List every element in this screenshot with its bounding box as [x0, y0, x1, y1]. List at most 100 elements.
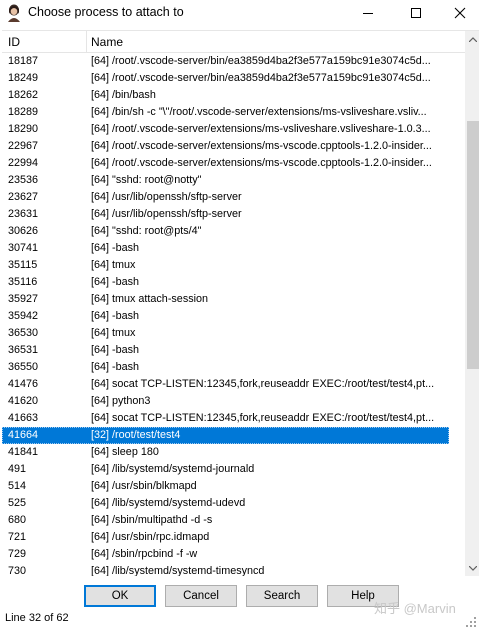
- process-name: [64] /root/.vscode-server/bin/ea3859d4ba…: [91, 72, 431, 84]
- table-row[interactable]: 23631 [64] /usr/lib/openssh/sftp-server: [2, 206, 449, 223]
- minimize-button[interactable]: [348, 0, 388, 26]
- table-row[interactable]: 730 [64] /lib/systemd/systemd-timesyncd: [2, 563, 449, 576]
- process-id: 35942: [8, 310, 39, 322]
- process-id: 680: [8, 514, 27, 526]
- table-row[interactable]: 721 [64] /usr/sbin/rpc.idmapd: [2, 529, 449, 546]
- process-id: 18249: [8, 72, 39, 84]
- table-row[interactable]: 729 [64] /sbin/rpcbind -f -w: [2, 546, 449, 563]
- process-name: [64] /usr/lib/openssh/sftp-server: [91, 191, 242, 203]
- process-name: [64] tmux: [91, 259, 136, 271]
- process-id: 35927: [8, 293, 39, 305]
- chevron-up-icon: [469, 37, 477, 42]
- process-id: 22967: [8, 140, 39, 152]
- watermark: 知乎 @Marvin: [374, 601, 456, 616]
- process-id: 514: [8, 480, 27, 492]
- column-divider[interactable]: [86, 31, 87, 53]
- process-rows: 18187 [64] /root/.vscode-server/bin/ea385…: [2, 53, 465, 576]
- table-row[interactable]: 18290 [64] /root/.vscode-server/extension…: [2, 121, 449, 138]
- process-name: [64] /usr/lib/openssh/sftp-server: [91, 208, 242, 220]
- table-row[interactable]: 30741 [64] -bash: [2, 240, 449, 257]
- process-id: 525: [8, 497, 27, 509]
- maximize-icon: [411, 8, 421, 18]
- table-row[interactable]: 35942 [64] -bash: [2, 308, 449, 325]
- process-id: 23627: [8, 191, 39, 203]
- process-name: [64] /usr/sbin/rpc.idmapd: [91, 531, 210, 543]
- table-row[interactable]: 35927 [64] tmux attach-session: [2, 291, 449, 308]
- process-name: [64] -bash: [91, 310, 140, 322]
- table-row[interactable]: 41841 [64] sleep 180: [2, 444, 449, 461]
- process-name: [64] /root/.vscode-server/bin/ea3859d4ba…: [91, 55, 431, 67]
- table-row[interactable]: 41476 [64] socat TCP-LISTEN:12345,fork,re…: [2, 376, 449, 393]
- table-row[interactable]: 491 [64] /lib/systemd/systemd-journald: [2, 461, 449, 478]
- process-name: [64] socat TCP-LISTEN:12345,fork,reusead…: [91, 412, 435, 424]
- process-id: 491: [8, 463, 27, 475]
- window-title: Choose process to attach to: [28, 5, 184, 19]
- process-id: 721: [8, 531, 27, 543]
- process-name: [64] /usr/sbin/blkmapd: [91, 480, 197, 492]
- table-row[interactable]: 525 [64] /lib/systemd/systemd-udevd: [2, 495, 449, 512]
- table-row[interactable]: 36530 [64] tmux: [2, 325, 449, 342]
- process-id: 41476: [8, 378, 39, 390]
- process-name: [64] /lib/systemd/systemd-udevd: [91, 497, 246, 509]
- table-row[interactable]: 18249 [64] /root/.vscode-server/bin/ea385…: [2, 70, 449, 87]
- table-row[interactable]: 18262 [64] /bin/bash: [2, 87, 449, 104]
- cancel-button[interactable]: Cancel: [165, 585, 237, 607]
- process-name: [32] /root/test/test4: [91, 429, 181, 441]
- close-button[interactable]: [440, 0, 479, 26]
- maximize-button[interactable]: [396, 0, 436, 26]
- process-name: [64] tmux: [91, 327, 136, 339]
- process-id: 30626: [8, 225, 39, 237]
- process-id: 18262: [8, 89, 39, 101]
- process-name: [64] /bin/sh -c "\"/root/.vscode-server/…: [91, 106, 427, 118]
- process-name: [64] /sbin/multipathd -d -s: [91, 514, 213, 526]
- search-button[interactable]: Search: [246, 585, 318, 607]
- minimize-icon: [363, 13, 373, 14]
- process-name: [64] /root/.vscode-server/extensions/ms-…: [91, 140, 432, 152]
- table-row[interactable]: 680 [64] /sbin/multipathd -d -s: [2, 512, 449, 529]
- process-name: [64] /lib/systemd/systemd-journald: [91, 463, 255, 475]
- process-id: 41664: [8, 429, 39, 441]
- process-id: 729: [8, 548, 27, 560]
- scroll-up-button[interactable]: [465, 31, 479, 48]
- process-name: [64] sleep 180: [91, 446, 159, 458]
- column-header-name[interactable]: Name: [91, 35, 123, 49]
- process-id: 35115: [8, 259, 38, 271]
- process-name: [64] -bash: [91, 276, 140, 288]
- table-row[interactable]: 22967 [64] /root/.vscode-server/extension…: [2, 138, 449, 155]
- resize-grip-icon[interactable]: [465, 616, 477, 628]
- process-name: [64] tmux attach-session: [91, 293, 209, 305]
- scroll-down-button[interactable]: [465, 560, 479, 576]
- process-id: 36531: [8, 344, 39, 356]
- table-row[interactable]: 18187 [64] /root/.vscode-server/bin/ea385…: [2, 53, 449, 70]
- vertical-scrollbar[interactable]: [465, 31, 479, 576]
- table-row[interactable]: 22994 [64] /root/.vscode-server/extension…: [2, 155, 449, 172]
- table-row[interactable]: 36550 [64] -bash: [2, 359, 449, 376]
- column-header-id[interactable]: ID: [8, 35, 20, 49]
- process-id: 41620: [8, 395, 39, 407]
- process-name: [64] "sshd: root@notty": [91, 174, 202, 186]
- ok-button[interactable]: OK: [84, 585, 156, 607]
- process-name: [64] /root/.vscode-server/extensions/ms-…: [91, 157, 432, 169]
- process-id: 30741: [8, 242, 39, 254]
- table-row[interactable]: 30626 [64] "sshd: root@pts/4": [2, 223, 449, 240]
- process-name: [64] python3: [91, 395, 151, 407]
- process-id: 41663: [8, 412, 39, 424]
- table-row[interactable]: 35116 [64] -bash: [2, 274, 449, 291]
- table-row[interactable]: 41663 [64] socat TCP-LISTEN:12345,fork,re…: [2, 410, 449, 427]
- process-id: 22994: [8, 157, 39, 169]
- table-row[interactable]: 41664 [32] /root/test/test4: [2, 427, 449, 444]
- app-avatar-icon: [6, 4, 22, 22]
- table-row[interactable]: 41620 [64] python3: [2, 393, 449, 410]
- table-row[interactable]: 23536 [64] "sshd: root@notty": [2, 172, 449, 189]
- process-list[interactable]: ID Name 18187 [64] /root/.vscode-server/b…: [2, 30, 479, 576]
- table-row[interactable]: 35115 [64] tmux: [2, 257, 449, 274]
- process-id: 18289: [8, 106, 39, 118]
- process-name: [64] /sbin/rpcbind -f -w: [91, 548, 198, 560]
- status-text: Line 32 of 62: [5, 612, 69, 624]
- table-row[interactable]: 36531 [64] -bash: [2, 342, 449, 359]
- table-row[interactable]: 514 [64] /usr/sbin/blkmapd: [2, 478, 449, 495]
- table-row[interactable]: 23627 [64] /usr/lib/openssh/sftp-server: [2, 189, 449, 206]
- table-row[interactable]: 18289 [64] /bin/sh -c "\"/root/.vscode-se…: [2, 104, 449, 121]
- process-name: [64] /bin/bash: [91, 89, 156, 101]
- scrollbar-thumb[interactable]: [467, 121, 479, 369]
